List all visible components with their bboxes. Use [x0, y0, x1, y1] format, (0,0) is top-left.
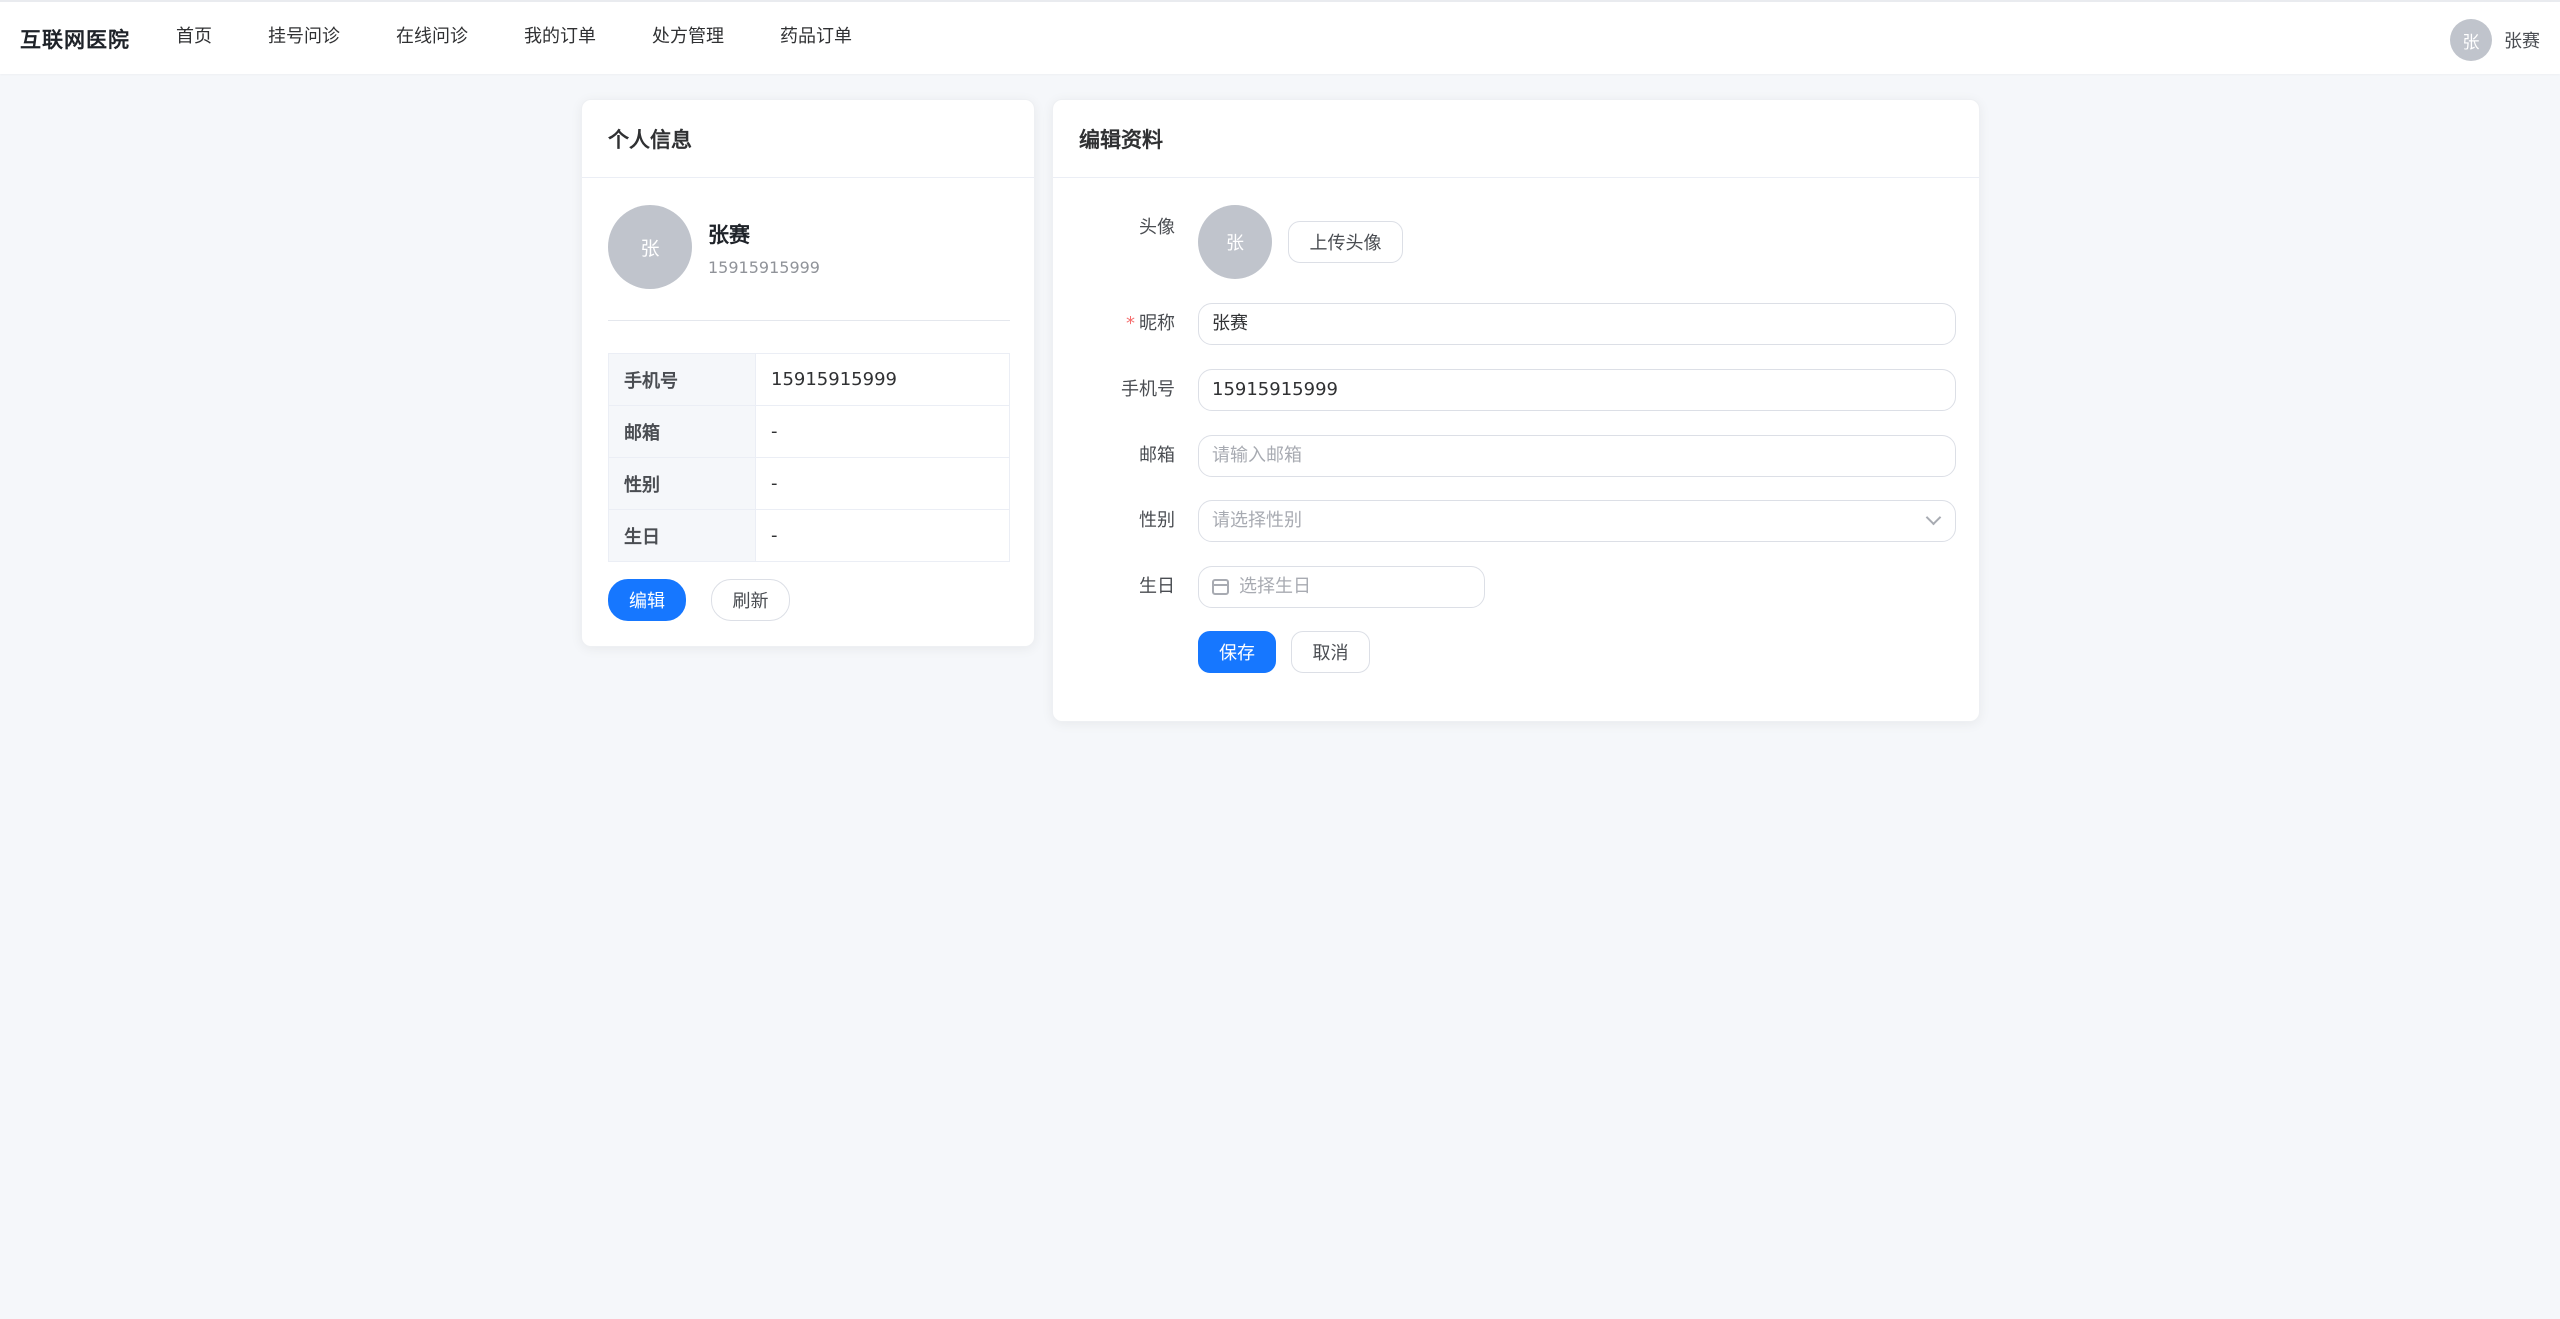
nav-item-drug-orders[interactable]: 药品订单 [752, 2, 880, 74]
user-menu[interactable]: 张 张赛 [2450, 19, 2540, 61]
profile-avatar: 张 [608, 205, 692, 289]
user-name[interactable]: 张赛 [2504, 27, 2540, 53]
edit-avatar: 张 [1198, 205, 1272, 279]
gender-label: 性别 [1139, 510, 1175, 531]
calendar-icon [1212, 579, 1229, 595]
email-label: 邮箱 [1139, 445, 1175, 466]
nav-item-prescriptions[interactable]: 处方管理 [624, 2, 752, 74]
gender-select-placeholder: 请选择性别 [1212, 510, 1302, 531]
table-row: 手机号 15915915999 [608, 353, 1010, 406]
nav-item-my-orders[interactable]: 我的订单 [496, 2, 624, 74]
nav-item-home[interactable]: 首页 [148, 2, 240, 74]
nickname-input[interactable]: 张赛 [1198, 303, 1956, 345]
row-label-phone: 手机号 [608, 353, 756, 406]
row-label-gender: 性别 [608, 457, 756, 510]
profile-info-table: 手机号 15915915999 邮箱 - 性别 - 生日 - [608, 353, 1010, 562]
profile-card: 个人信息 张 张赛 15915915999 手机号 15915915999 邮箱… [581, 99, 1035, 647]
table-row: 生日 - [608, 509, 1010, 562]
nickname-label: * 昵称 [1055, 303, 1175, 345]
birthday-picker[interactable]: 选择生日 [1198, 566, 1485, 608]
row-value-phone: 15915915999 [755, 353, 1010, 406]
row-value-gender: - [755, 457, 1010, 510]
refresh-button[interactable]: 刷新 [711, 579, 790, 621]
user-avatar[interactable]: 张 [2450, 19, 2492, 61]
birthday-placeholder: 选择生日 [1239, 576, 1311, 597]
row-value-email: - [755, 405, 1010, 458]
gender-select[interactable]: 请选择性别 [1198, 500, 1956, 542]
nav-item-online-consult[interactable]: 在线问诊 [368, 2, 496, 74]
save-button[interactable]: 保存 [1198, 631, 1276, 673]
edit-profile-card: 编辑资料 头像 张 上传头像 * 昵称 张赛 手机号 15915915999 邮箱… [1052, 99, 1980, 722]
brand-logo[interactable]: 互联网医院 [20, 24, 130, 54]
birthday-label: 生日 [1139, 576, 1175, 597]
profile-card-title: 个人信息 [582, 100, 1034, 178]
nav-item-registration[interactable]: 挂号问诊 [240, 2, 368, 74]
cancel-button[interactable]: 取消 [1291, 631, 1370, 673]
phone-input[interactable]: 15915915999 [1198, 369, 1956, 411]
row-value-birthday: - [755, 509, 1010, 562]
profile-name: 张赛 [708, 223, 750, 247]
row-label-email: 邮箱 [608, 405, 756, 458]
table-row: 邮箱 - [608, 405, 1010, 458]
profile-phone: 15915915999 [708, 258, 820, 277]
top-navbar: 互联网医院 首页 挂号问诊 在线问诊 我的订单 处方管理 药品订单 张 张赛 [0, 0, 2560, 74]
email-input[interactable]: 请输入邮箱 [1198, 435, 1956, 477]
avatar-label: 头像 [1139, 217, 1175, 238]
table-row: 性别 - [608, 457, 1010, 510]
chevron-down-icon [1925, 509, 1942, 526]
nickname-label-text: 昵称 [1139, 313, 1175, 334]
upload-avatar-button[interactable]: 上传头像 [1288, 221, 1403, 263]
row-label-birthday: 生日 [608, 509, 756, 562]
required-mark: * [1126, 313, 1135, 334]
main-nav: 首页 挂号问诊 在线问诊 我的订单 处方管理 药品订单 [148, 2, 880, 76]
profile-summary: 张 张赛 15915915999 [608, 205, 1010, 321]
edit-card-title: 编辑资料 [1053, 100, 1979, 178]
phone-label: 手机号 [1121, 379, 1175, 400]
edit-button[interactable]: 编辑 [608, 579, 686, 621]
